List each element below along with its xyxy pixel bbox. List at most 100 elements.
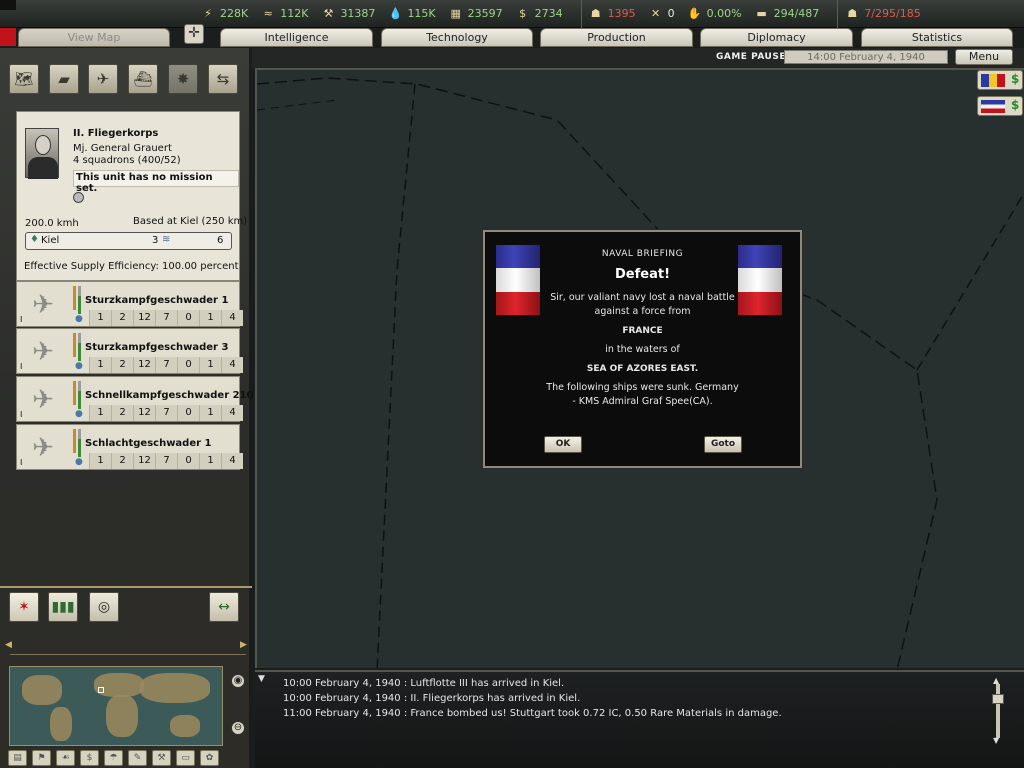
squadron-stat: 4	[221, 310, 243, 326]
squadron-row[interactable]: ✈ I ● Schlachtgeschwader 1 1 2 12 7 0 1 4	[16, 424, 243, 470]
unit-squadrons: 4 squadrons (400/52)	[73, 155, 181, 166]
squadron-stat: 7	[155, 310, 177, 326]
attack-order-button[interactable]: ✶	[9, 592, 39, 622]
political-mode-icon[interactable]: ⚑	[32, 750, 51, 766]
aircraft-icon: ✈	[32, 433, 54, 463]
scroll-down-icon[interactable]: ▼	[993, 736, 999, 745]
tab-view-map[interactable]: View Map	[18, 28, 170, 47]
ok-button[interactable]: OK	[544, 436, 582, 453]
squadron-stat: 0	[177, 405, 199, 421]
land-unit-filter-button[interactable]: 🗺	[9, 64, 39, 94]
unit-base: Based at Kiel (250 km)	[133, 216, 248, 227]
unit-info-card: II. Fliegerkorps Mj. General Grauert 4 s…	[16, 111, 247, 281]
terrain-mode-icon[interactable]: ▤	[8, 750, 27, 766]
resource-mode-icon[interactable]: ⚒	[152, 750, 171, 766]
no-mission-icon[interactable]	[73, 192, 84, 203]
alliance-flag-yugoslavia[interactable]: $	[977, 96, 1023, 116]
game-date[interactable]: 14:00 February 4, 1940	[784, 50, 948, 64]
flag-red-corner	[0, 28, 16, 46]
resource-value: 23597	[467, 7, 503, 20]
transfer-button[interactable]: ↔	[209, 592, 239, 622]
squadron-stat: 1	[199, 405, 221, 421]
fuel-icon: ●	[75, 409, 83, 419]
map-mode-buttons: ▤ ⚑ ☙ $ ☂ ✎ ⚒ ▭ ✿	[8, 750, 224, 766]
zoom-out-button[interactable]: ⊖	[231, 721, 245, 735]
resource-value: 2734	[534, 7, 563, 20]
squadron-row[interactable]: ✈ I ● Sturzkampfgeschwader 3 1 2 12 7 0 1 4	[16, 328, 243, 374]
goto-button[interactable]: Goto	[704, 436, 742, 453]
squadron-stats: 1 2 12 7 0 1 4	[89, 310, 243, 326]
resource-list: ⚡ 228K ≈112K ⚒ 31387 💧 115K ▦ 23597 $2734 ☗ 1395 ✕ 0 ✋…	[200, 0, 933, 28]
squadron-stat: 7	[155, 453, 177, 469]
france-flag-right	[738, 245, 782, 315]
resource-value: 0.00%	[706, 7, 742, 20]
target-button[interactable]: ◎	[89, 592, 119, 622]
menu-button[interactable]: Menu	[955, 49, 1013, 65]
scroll-right-arrow[interactable]: ▶	[240, 640, 247, 650]
armor-filter-button[interactable]: ▰	[49, 64, 79, 94]
resource-value: 7/295/185	[864, 7, 921, 20]
squadron-stat: 1	[89, 310, 111, 326]
squadron-stat: 2	[111, 357, 133, 373]
resource-value: 294/487	[773, 7, 820, 20]
squadron-name: Schnellkampfgeschwader 210	[85, 390, 254, 401]
rare-materials-resource: ⚒ 31387	[320, 6, 376, 22]
theater-mode-icon[interactable]: ✿	[200, 750, 219, 766]
explosion-filter-button[interactable]: ✸	[168, 64, 198, 94]
squadron-stat: 7	[155, 405, 177, 421]
supplies-resource: ▦ 23597	[448, 6, 503, 22]
metal-resource: ≈112K	[260, 6, 309, 22]
economic-mode-icon[interactable]: $	[80, 750, 99, 766]
add-tab-button[interactable]: ✛	[184, 24, 204, 44]
resource-value: 1395	[607, 7, 636, 20]
alliance-flag-romania[interactable]: $	[977, 70, 1023, 90]
zoom-in-button[interactable]: ◉	[231, 674, 245, 688]
tab-statistics[interactable]: Statistics	[861, 28, 1013, 47]
squadron-row[interactable]: ✈ I ● Schnellkampfgeschwader 210 1 2 12 7 0 1 4	[16, 376, 254, 422]
manpower-resource: ☗ 1395	[588, 6, 636, 22]
log-entry: 10:00 February 4, 1940 : Luftflotte III …	[283, 678, 565, 689]
naval-filter-button[interactable]: ⛴	[128, 64, 158, 94]
log-scrollbar[interactable]: ▲ ▼	[992, 676, 1004, 745]
dialog-location-text: in the waters of	[605, 344, 680, 355]
scroll-left-arrow[interactable]: ◀	[5, 640, 12, 650]
trade-icon: $	[1011, 72, 1020, 86]
supply-mode-icon[interactable]: ☙	[56, 750, 75, 766]
squadron-stat: 2	[111, 405, 133, 421]
money-icon: $	[519, 6, 527, 20]
squadron-row[interactable]: ✈ I ● Sturzkampfgeschwader 1 1 2 12 7 0 1 4	[16, 281, 243, 327]
squadron-stat: 1	[199, 357, 221, 373]
squadron-stat: 4	[221, 405, 243, 421]
minimap-viewport[interactable]	[98, 687, 104, 693]
tab-intelligence[interactable]: Intelligence	[220, 28, 373, 47]
location-box[interactable]: ♦ Kiel 3 ≋ 6	[25, 232, 232, 250]
aircraft-icon: ✈	[32, 290, 54, 320]
tab-row: View Map Intelligence Technology Product…	[0, 28, 1024, 48]
squadron-stat: 4	[221, 357, 243, 373]
money-resource: $2734	[515, 6, 563, 22]
air-filter-button[interactable]: ✈	[88, 64, 118, 94]
log-collapse-icon[interactable]: ▼	[258, 674, 265, 684]
minimap[interactable]	[9, 666, 223, 746]
diplomatic-mode-icon[interactable]: ✎	[128, 750, 147, 766]
transfer-filter-button[interactable]: ⇆	[208, 64, 238, 94]
squadron-stat: 12	[133, 405, 155, 421]
weather-mode-icon[interactable]: ☂	[104, 750, 123, 766]
squadron-name: Schlachtgeschwader 1	[85, 438, 212, 449]
tab-production[interactable]: Production	[540, 28, 693, 47]
tab-diplomacy[interactable]: Diplomacy	[700, 28, 853, 47]
reorganize-button[interactable]: ▮▮▮	[48, 592, 78, 622]
region-mode-icon[interactable]: ▭	[176, 750, 195, 766]
tab-technology[interactable]: Technology	[381, 28, 533, 47]
unit-commander[interactable]: Mj. General Grauert	[73, 143, 172, 154]
manpower-icon: ☗	[590, 6, 601, 20]
fuel-icon: ●	[75, 457, 83, 467]
supplies-icon: ▦	[450, 6, 461, 20]
convoys-resource: ▬ 294/487	[754, 6, 820, 22]
dialog-title: Defeat!	[615, 267, 670, 282]
metal-icon: ≈	[263, 6, 273, 20]
oil-resource: 💧 115K	[387, 6, 436, 22]
fuel-icon: ●	[75, 314, 83, 324]
scroll-thumb[interactable]	[992, 694, 1004, 704]
aircraft-icon: ✈	[32, 337, 54, 367]
